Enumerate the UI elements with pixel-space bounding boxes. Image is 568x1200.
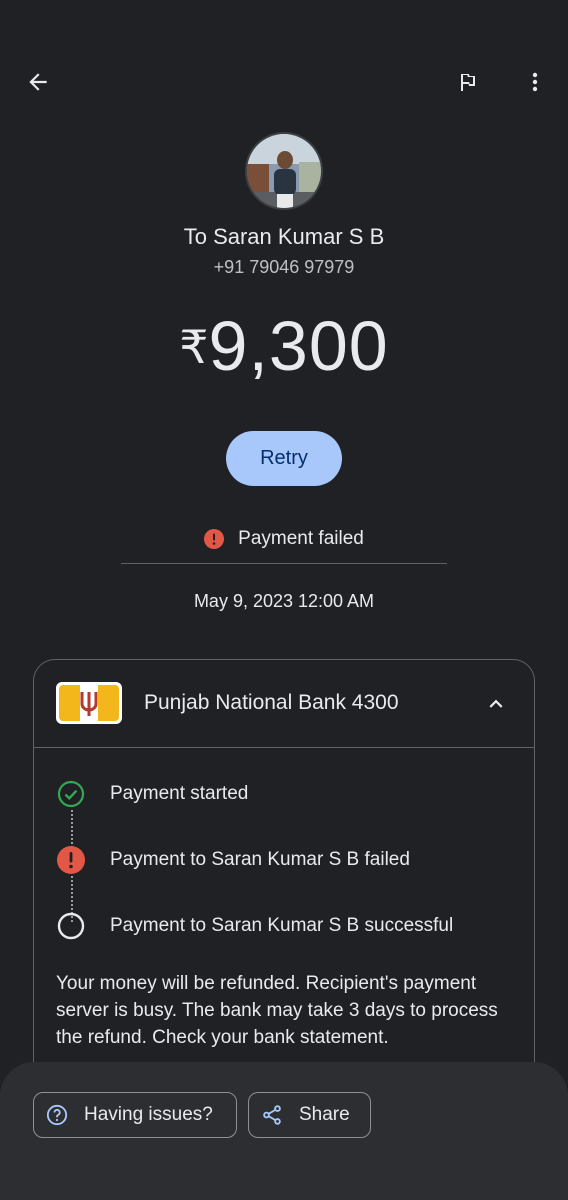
- timeline-step: Payment started: [34, 774, 534, 814]
- error-icon: [204, 529, 225, 549]
- error-icon: [57, 846, 85, 874]
- divider: [121, 563, 447, 564]
- share-label: Share: [299, 1104, 350, 1125]
- bottom-action-bar: Having issues? Share: [0, 1062, 568, 1200]
- amount-value: 9,300: [208, 307, 389, 385]
- bank-header[interactable]: Punjab National Bank 4300: [34, 660, 534, 748]
- refund-note: Your money will be refunded. Recipient's…: [56, 973, 498, 1048]
- flag-icon: [461, 73, 475, 91]
- currency-symbol: ₹: [179, 321, 209, 373]
- bank-name: Punjab National Bank 4300: [144, 691, 399, 714]
- share-button[interactable]: Share: [248, 1092, 371, 1138]
- report-flag-button[interactable]: [444, 58, 492, 106]
- having-issues-button[interactable]: Having issues?: [33, 1092, 237, 1138]
- transaction-timestamp: May 9, 2023 12:00 AM: [193, 591, 375, 611]
- recipient-name: To Saran Kumar S B: [183, 224, 385, 249]
- recipient-phone: +91 79046 97979: [213, 257, 355, 277]
- step-label: Payment to Saran Kumar S B failed: [110, 849, 410, 870]
- check-circle-icon: [57, 780, 85, 808]
- status-text: Payment failed: [238, 528, 364, 549]
- back-button[interactable]: [14, 58, 62, 106]
- amount: ₹9,300: [0, 306, 568, 386]
- share-icon: [263, 1105, 281, 1125]
- step-label: Payment to Saran Kumar S B successful: [110, 915, 454, 936]
- more-options-button[interactable]: [511, 58, 559, 106]
- bank-logo: [56, 682, 122, 724]
- timeline-step: Payment to Saran Kumar S B successful: [34, 906, 534, 946]
- help-icon: [46, 1104, 68, 1126]
- having-issues-label: Having issues?: [84, 1104, 213, 1125]
- avatar: [245, 132, 323, 210]
- timeline-step: Payment to Saran Kumar S B failed: [34, 840, 534, 880]
- retry-button[interactable]: Retry: [226, 431, 342, 486]
- step-label: Payment started: [110, 783, 249, 804]
- chevron-up-icon[interactable]: [483, 691, 509, 717]
- more-vertical-icon: [532, 72, 538, 92]
- payment-status: Payment failed: [0, 522, 568, 556]
- arrow-left-icon: [29, 73, 47, 91]
- payment-details-card: Punjab National Bank 4300 Payment starte…: [33, 659, 535, 1119]
- empty-circle-icon: [57, 912, 85, 940]
